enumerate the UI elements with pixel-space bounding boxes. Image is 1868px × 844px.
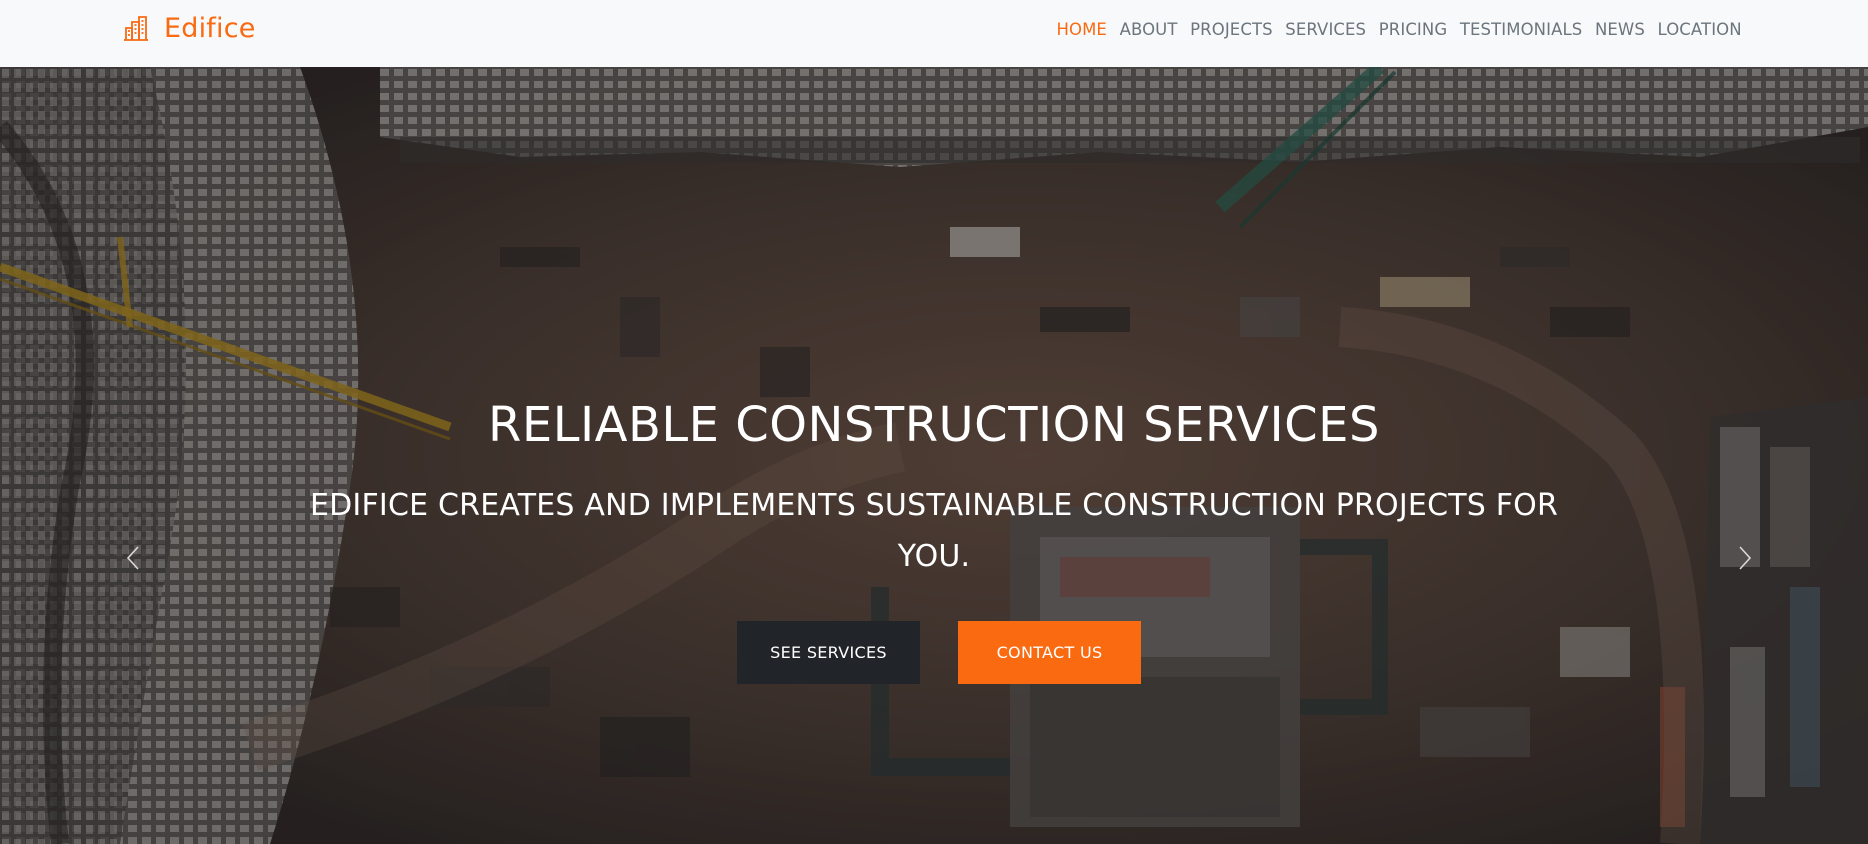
see-services-button[interactable]: SEE SERVICES xyxy=(737,621,920,684)
nav-link-about[interactable]: ABOUT xyxy=(1113,20,1184,39)
nav-link-projects[interactable]: PROJECTS xyxy=(1184,20,1279,39)
brand-link[interactable]: Edifice xyxy=(122,10,256,46)
hero-carousel: RELIABLE CONSTRUCTION SERVICES EDIFICE C… xyxy=(0,67,1868,844)
hero-overlay xyxy=(0,67,1868,844)
chevron-left-icon xyxy=(126,546,139,570)
nav-link-testimonials[interactable]: TESTIMONIALS xyxy=(1454,20,1589,39)
nav-link-pricing[interactable]: PRICING xyxy=(1372,20,1453,39)
building-icon xyxy=(124,16,148,41)
chevron-right-icon xyxy=(1739,546,1752,570)
nav-link-news[interactable]: NEWS xyxy=(1589,20,1652,39)
hero-subtitle: EDIFICE CREATES AND IMPLEMENTS SUSTAINAB… xyxy=(309,488,1559,574)
hero-button-group: SEE SERVICES CONTACT US xyxy=(737,621,1141,684)
carousel-next-button[interactable] xyxy=(1730,538,1760,578)
nav-link-location[interactable]: LOCATION xyxy=(1651,20,1748,39)
nav-menu: HOME ABOUT PROJECTS SERVICES PRICING TES… xyxy=(1050,14,1748,44)
navbar: Edifice HOME ABOUT PROJECTS SERVICES PRI… xyxy=(0,0,1868,67)
carousel-prev-button[interactable] xyxy=(118,538,148,578)
hero-title: RELIABLE CONSTRUCTION SERVICES xyxy=(488,397,1380,453)
nav-link-services[interactable]: SERVICES xyxy=(1279,20,1372,39)
nav-link-home[interactable]: HOME xyxy=(1050,20,1113,39)
brand-name: Edifice xyxy=(164,12,256,44)
contact-us-button[interactable]: CONTACT US xyxy=(958,621,1141,684)
